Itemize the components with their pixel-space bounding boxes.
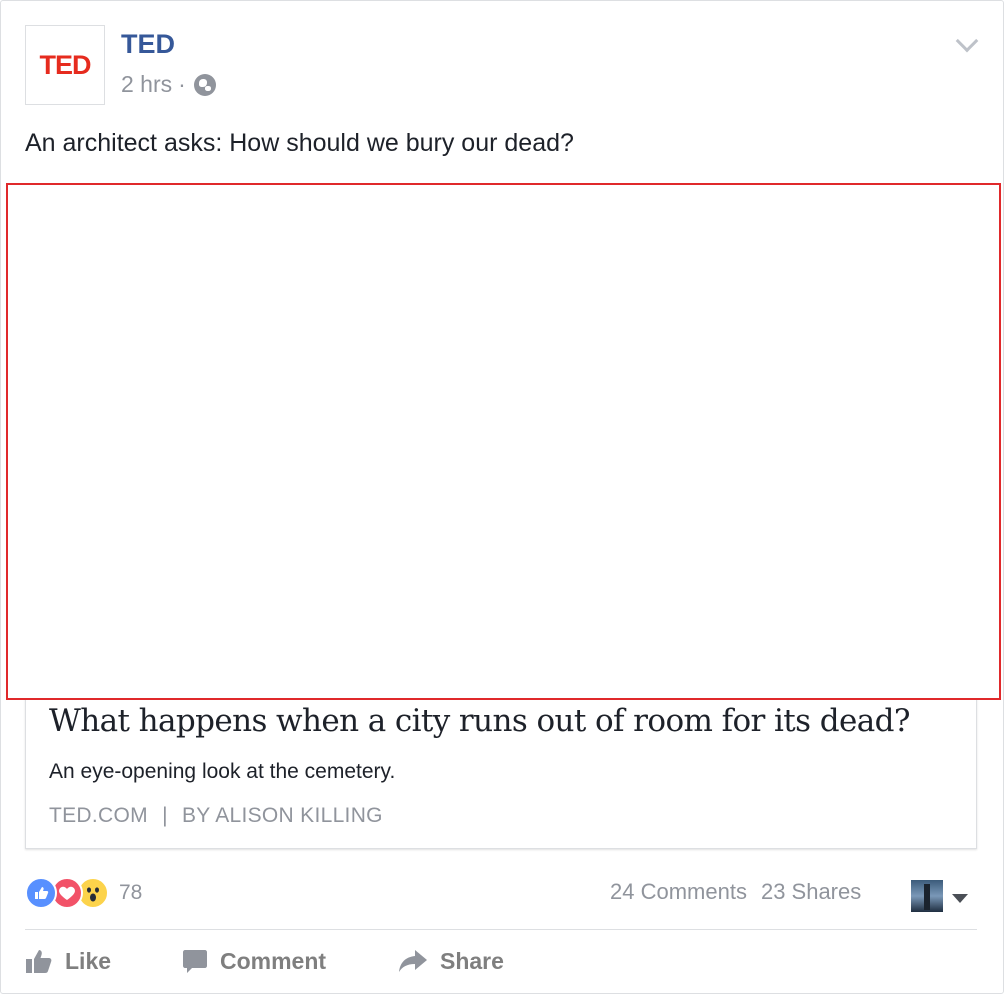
engagement-counts: 24 Comments 23 Shares xyxy=(610,879,861,905)
reaction-count[interactable]: 78 xyxy=(119,881,142,905)
share-arrow-icon xyxy=(398,949,428,973)
post-as-avatar[interactable] xyxy=(911,880,943,912)
post-options-chevron-icon[interactable] xyxy=(955,29,979,53)
link-source-domain: TED.COM xyxy=(49,804,148,827)
meta-separator: · xyxy=(178,71,186,97)
like-reaction-icon xyxy=(25,877,57,909)
globe-icon[interactable] xyxy=(193,73,216,96)
link-preview-source: TED.COM | BY ALISON KILLING xyxy=(49,804,383,828)
page-name-link[interactable]: TED xyxy=(121,29,175,60)
link-source-separator: | xyxy=(162,804,168,827)
like-button[interactable]: Like xyxy=(25,943,111,979)
link-source-byline: BY ALISON KILLING xyxy=(181,804,383,827)
link-preview-title[interactable]: What happens when a city runs out of roo… xyxy=(49,703,910,739)
feed-post-card: TED TED 2 hrs · An architect asks: How s… xyxy=(0,0,1004,994)
share-button[interactable]: Share xyxy=(398,943,504,979)
link-preview-description: An eye-opening look at the cemetery. xyxy=(49,760,396,783)
reactions-summary[interactable]: 78 xyxy=(25,876,142,910)
ted-logo: TED xyxy=(39,49,92,80)
post-as-caret-icon[interactable] xyxy=(952,894,968,903)
post-meta: 2 hrs · xyxy=(121,71,216,98)
comment-button-label: Comment xyxy=(220,947,327,974)
post-text: An architect asks: How should we bury ou… xyxy=(25,129,574,157)
actions-divider xyxy=(25,929,977,930)
share-button-label: Share xyxy=(440,947,504,974)
shares-count-link[interactable]: 23 Shares xyxy=(761,879,861,905)
comment-button[interactable]: Comment xyxy=(182,943,326,979)
page-avatar[interactable]: TED xyxy=(25,25,105,105)
link-preview-image[interactable] xyxy=(6,183,1001,700)
post-timestamp[interactable]: 2 hrs xyxy=(121,71,172,98)
like-button-label: Like xyxy=(65,947,112,974)
comments-count-link[interactable]: 24 Comments xyxy=(610,879,747,905)
thumbs-up-icon xyxy=(25,948,53,974)
comment-bubble-icon xyxy=(182,948,208,974)
